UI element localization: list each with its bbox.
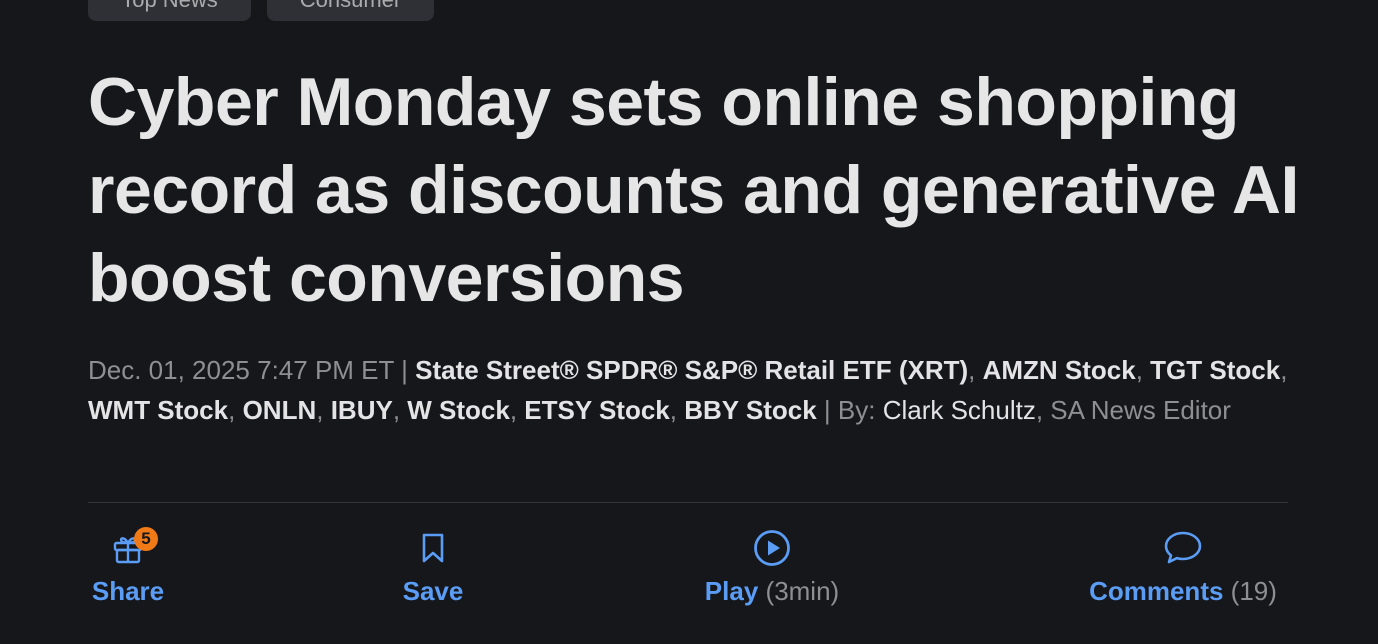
comments-icon-wrap [1163, 527, 1203, 569]
play-icon-wrap [753, 527, 791, 569]
divider [88, 502, 1288, 503]
comments-label: Comments [1089, 576, 1224, 606]
share-icon-wrap: 5 [112, 527, 158, 569]
speech-bubble-icon [1164, 531, 1202, 564]
publish-date: Dec. 01, 2025 7:47 PM ET [88, 355, 394, 385]
ticker-link-etsy[interactable]: ETSY Stock [524, 395, 669, 425]
tag-consumer[interactable]: Consumer [267, 0, 434, 21]
author-link[interactable]: Clark Schultz [883, 395, 1036, 425]
ticker-link-ibuy[interactable]: IBUY [331, 395, 393, 425]
tag-top-news[interactable]: Top News [88, 0, 251, 21]
play-circle-icon [754, 530, 790, 566]
ticker-link-xrt[interactable]: State Street® SPDR® S&P® Retail ETF (XRT… [415, 355, 968, 385]
share-badge: 5 [134, 527, 158, 551]
ticker-link-tgt[interactable]: TGT Stock [1150, 355, 1280, 385]
ticker-link-bby[interactable]: BBY Stock [684, 395, 816, 425]
play-duration: (3min) [765, 576, 840, 606]
ticker-link-w[interactable]: W Stock [407, 395, 510, 425]
play-label: Play [704, 576, 759, 606]
author-role: SA News Editor [1050, 395, 1231, 425]
tag-list: Top News Consumer [88, 0, 434, 21]
save-icon-wrap [419, 527, 447, 569]
save-label: Save [402, 576, 464, 606]
save-button[interactable]: Save [400, 527, 466, 606]
comments-count: (19) [1230, 576, 1277, 606]
ticker-link-amzn[interactable]: AMZN Stock [983, 355, 1136, 385]
article-byline: Dec. 01, 2025 7:47 PM ET | State Street®… [88, 355, 1288, 425]
bookmark-icon [422, 533, 444, 563]
share-label: Share [91, 576, 165, 606]
share-button[interactable]: 5 Share [88, 527, 168, 606]
ticker-link-onln[interactable]: ONLN [243, 395, 317, 425]
ticker-link-wmt[interactable]: WMT Stock [88, 395, 228, 425]
play-button[interactable]: Play (3min) [697, 527, 847, 606]
by-label: By: [837, 395, 876, 425]
comments-button[interactable]: Comments (19) [1080, 527, 1286, 606]
byline-separator: | [393, 355, 416, 385]
article-headline: Cyber Monday sets online shopping record… [88, 64, 1299, 316]
byline-separator: | [816, 395, 838, 425]
